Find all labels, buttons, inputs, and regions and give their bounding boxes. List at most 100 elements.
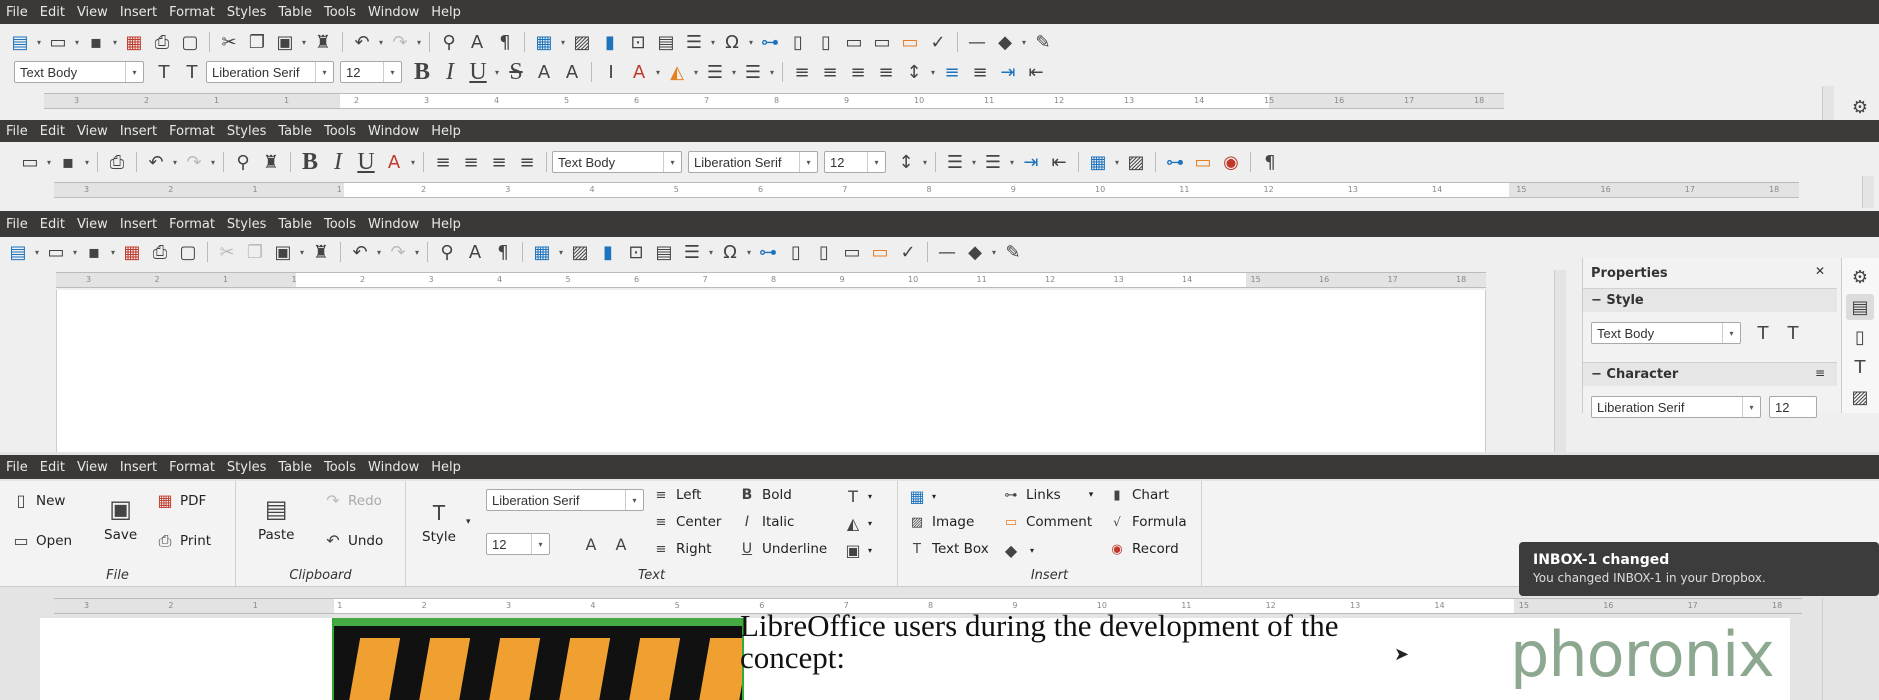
menu-file[interactable]: File xyxy=(0,5,34,20)
menu-window[interactable]: Window xyxy=(362,217,425,232)
notification-toast[interactable]: INBOX-1 changed You changed INBOX-1 in y… xyxy=(1519,542,1879,596)
new-icon[interactable]: ▤ xyxy=(4,239,32,265)
insert-image-icon[interactable]: ▨ xyxy=(566,239,594,265)
menu-table[interactable]: Table xyxy=(272,124,318,139)
subscript-icon[interactable]: A xyxy=(558,59,586,85)
dropdown-icon[interactable]: ▾ xyxy=(1019,38,1029,47)
formula-button[interactable]: √ Formula xyxy=(1108,514,1186,530)
font-color-icon[interactable]: A xyxy=(380,149,408,175)
dropdown-icon[interactable]: ▾ xyxy=(299,38,309,47)
bold-icon[interactable]: B xyxy=(296,149,324,175)
paste-icon[interactable]: ▣ xyxy=(269,239,297,265)
clear-formatting-icon[interactable]: I xyxy=(597,59,625,85)
menu-styles[interactable]: Styles xyxy=(221,5,272,20)
paragraph-style-combo[interactable]: Text Body ▾ xyxy=(14,61,144,83)
dropdown-icon[interactable]: ▾ xyxy=(708,38,718,47)
menu-edit[interactable]: Edit xyxy=(34,5,71,20)
export-pdf-icon[interactable]: ▦ xyxy=(120,29,148,55)
document-page[interactable] xyxy=(56,290,1486,452)
sidebar-size-combo[interactable]: 12 xyxy=(1769,396,1817,418)
endnote-icon[interactable]: ▯ xyxy=(810,239,838,265)
font-size-combo[interactable]: 12 ▾ xyxy=(340,61,402,83)
highlight-icon[interactable]: ◭ xyxy=(663,59,691,85)
vertical-scrollbar[interactable] xyxy=(1554,270,1566,452)
dropdown-icon[interactable]: ▾ xyxy=(412,248,422,257)
insert-field-icon[interactable]: ☰ xyxy=(680,29,708,55)
align-right-icon[interactable]: ≡ xyxy=(485,149,513,175)
redo-button[interactable]: ↷ Redo xyxy=(324,491,382,510)
menu-edit[interactable]: Edit xyxy=(34,460,71,475)
bookmark-icon[interactable]: ▭ xyxy=(840,29,868,55)
dropdown-icon[interactable]: ▾ xyxy=(558,38,568,47)
insert-table-icon[interactable]: ▦ xyxy=(1084,149,1112,175)
menu-insert[interactable]: Insert xyxy=(114,460,163,475)
shrink-font-button[interactable]: A xyxy=(612,535,630,554)
dropdown-icon[interactable]: ▾ xyxy=(920,158,930,167)
chevron-down-icon[interactable]: ▾ xyxy=(466,517,471,527)
special-character-icon[interactable]: Ω xyxy=(716,239,744,265)
menu-help[interactable]: Help xyxy=(425,124,467,139)
align-right-icon[interactable]: ≡ xyxy=(844,59,872,85)
insert-chart-icon[interactable]: ▮ xyxy=(594,239,622,265)
new-style-icon[interactable]: T xyxy=(178,59,206,85)
insert-textbox-button[interactable]: T Text Box xyxy=(908,541,989,557)
insert-image-button[interactable]: ▨ Image xyxy=(908,514,974,530)
track-changes-icon[interactable]: ✓ xyxy=(894,239,922,265)
line-spacing-icon[interactable]: ↕ xyxy=(900,59,928,85)
dropdown-icon[interactable]: ▾ xyxy=(414,38,424,47)
formatting-marks-icon[interactable]: ¶ xyxy=(1256,149,1284,175)
font-name-combo[interactable]: Liberation Serif ▾ xyxy=(688,151,818,173)
insert-table-icon[interactable]: ▦ xyxy=(528,239,556,265)
export-pdf-icon[interactable]: ▦ xyxy=(118,239,146,265)
font-size-combo[interactable]: 12 ▾ xyxy=(824,151,886,173)
menu-format[interactable]: Format xyxy=(163,5,221,20)
shapes-button[interactable]: ◆ ▾ xyxy=(1002,541,1034,560)
highlight-button[interactable]: ◭ ▾ xyxy=(844,514,872,533)
menu-edit[interactable]: Edit xyxy=(34,124,71,139)
save-icon[interactable]: ▪ xyxy=(80,239,108,265)
undo-icon[interactable]: ↶ xyxy=(348,29,376,55)
paste-button[interactable]: ▤ Paste xyxy=(258,495,294,543)
dropdown-icon[interactable]: ▾ xyxy=(556,248,566,257)
cut-icon[interactable]: ✂ xyxy=(215,29,243,55)
comment-icon[interactable]: ▭ xyxy=(1189,149,1217,175)
dropdown-icon[interactable]: ▾ xyxy=(653,68,663,77)
justify-icon[interactable]: ≡ xyxy=(513,149,541,175)
align-left-icon[interactable]: ≡ xyxy=(429,149,457,175)
numbering-icon[interactable]: ☰ xyxy=(739,59,767,85)
chevron-down-icon[interactable]: ▾ xyxy=(625,490,643,510)
draw-functions-icon[interactable]: ✎ xyxy=(1029,29,1057,55)
record-changes-icon[interactable]: ◉ xyxy=(1217,149,1245,175)
dropdown-icon[interactable]: ▾ xyxy=(928,68,938,77)
dropdown-icon[interactable]: ▾ xyxy=(989,248,999,257)
spelling-icon[interactable]: A xyxy=(463,29,491,55)
menu-window[interactable]: Window xyxy=(362,460,425,475)
menu-format[interactable]: Format xyxy=(163,217,221,232)
save-button[interactable]: ▣ Save xyxy=(104,495,137,543)
menu-window[interactable]: Window xyxy=(362,124,425,139)
menu-format[interactable]: Format xyxy=(163,460,221,475)
page-break-icon[interactable]: ▤ xyxy=(652,29,680,55)
insert-table-icon[interactable]: ▦ xyxy=(530,29,558,55)
menu-file[interactable]: File xyxy=(0,217,34,232)
menu-insert[interactable]: Insert xyxy=(114,124,163,139)
save-icon[interactable]: ▪ xyxy=(54,149,82,175)
decrease-indent-icon[interactable]: ⇤ xyxy=(1045,149,1073,175)
formatting-marks-icon[interactable]: ¶ xyxy=(491,29,519,55)
horizontal-ruler[interactable]: 3 2 1 1 2 3 4 5 6 7 8 9 10 11 12 13 14 15 16 17 18 xyxy=(56,272,1486,288)
insert-textbox-icon[interactable]: ⊡ xyxy=(622,239,650,265)
menu-insert[interactable]: Insert xyxy=(114,5,163,20)
dropdown-icon[interactable]: ▾ xyxy=(408,158,418,167)
dropdown-icon[interactable]: ▾ xyxy=(374,248,384,257)
dropdown-icon[interactable]: ▾ xyxy=(376,38,386,47)
chevron-down-icon[interactable]: ▾ xyxy=(531,534,549,554)
open-button[interactable]: ▭ Open xyxy=(12,531,72,550)
styles-tab-icon[interactable]: T xyxy=(1846,354,1874,380)
underline-icon[interactable]: U xyxy=(464,59,492,85)
dropdown-icon[interactable]: ▾ xyxy=(44,158,54,167)
chevron-down-icon[interactable]: ▾ xyxy=(383,62,401,82)
menu-table[interactable]: Table xyxy=(272,460,318,475)
underline-icon[interactable]: U xyxy=(352,149,380,175)
italic-button[interactable]: I Italic xyxy=(738,514,795,530)
dropdown-icon[interactable]: ▾ xyxy=(729,68,739,77)
